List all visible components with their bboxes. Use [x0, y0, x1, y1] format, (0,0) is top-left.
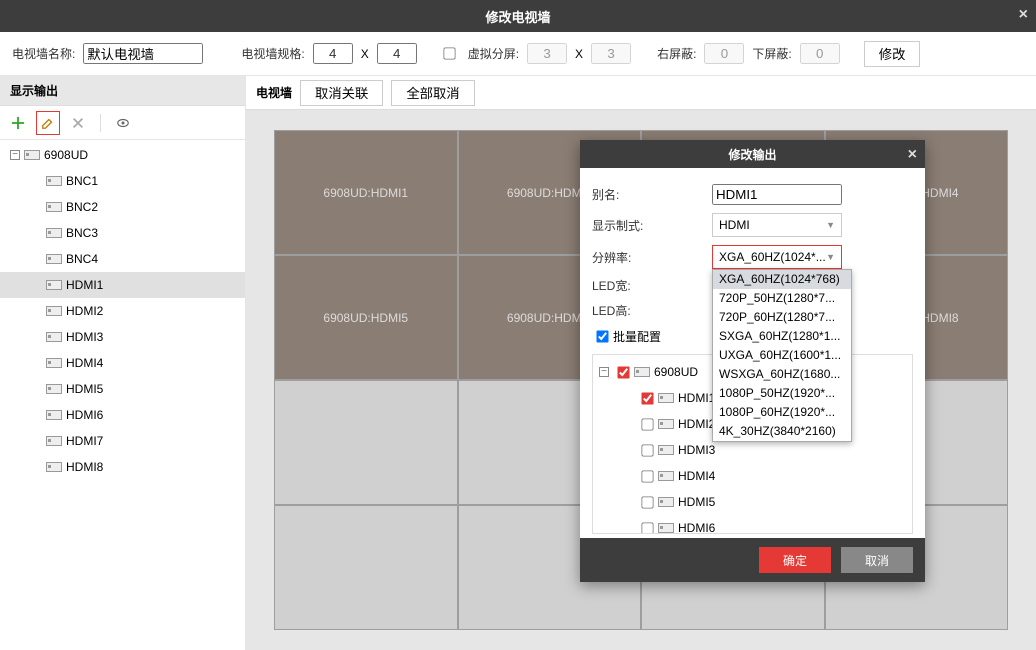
dropdown-option[interactable]: UXGA_60HZ(1600*1...: [713, 346, 851, 365]
format-select[interactable]: HDMI ▼: [712, 213, 842, 237]
window-title: 修改电视墙: [485, 7, 550, 26]
cancel-link-button[interactable]: 取消关联: [300, 80, 383, 106]
batch-output-node[interactable]: HDMI6: [593, 515, 912, 534]
dropdown-option[interactable]: 1080P_50HZ(1920*...: [713, 384, 851, 403]
ok-button[interactable]: 确定: [759, 547, 831, 573]
batch-output-checkbox[interactable]: [641, 522, 653, 534]
virt-cols-input[interactable]: [527, 43, 567, 64]
batch-output-checkbox[interactable]: [641, 470, 653, 482]
wall-name-input[interactable]: [83, 43, 203, 64]
tree-output-node[interactable]: HDMI1: [0, 272, 245, 298]
batch-output-checkbox[interactable]: [641, 496, 653, 508]
alias-input[interactable]: [712, 184, 842, 205]
tree-output-node[interactable]: HDMI2: [0, 298, 245, 324]
right-mask-label: 右屏蔽:: [657, 45, 696, 62]
batch-output-checkbox[interactable]: [641, 444, 653, 456]
dropdown-option[interactable]: WSXGA_60HZ(1680...: [713, 365, 851, 384]
dropdown-option[interactable]: 720P_50HZ(1280*7...: [713, 289, 851, 308]
right-mask-input[interactable]: [704, 43, 744, 64]
name-label: 电视墙名称:: [12, 45, 75, 62]
batch-config-label: 批量配置: [613, 328, 661, 345]
wall-cell[interactable]: [274, 505, 458, 630]
down-mask-label: 下屏蔽:: [752, 45, 791, 62]
format-value: HDMI: [719, 218, 750, 232]
virtual-split-checkbox[interactable]: [443, 47, 455, 59]
batch-device-checkbox[interactable]: [617, 366, 629, 378]
dropdown-option[interactable]: SXGA_60HZ(1280*1...: [713, 327, 851, 346]
resolution-dropdown[interactable]: XGA_60HZ(1024*768)720P_50HZ(1280*7...720…: [712, 269, 852, 442]
modify-button[interactable]: 修改: [864, 41, 921, 67]
tree-output-node[interactable]: BNC1: [0, 168, 245, 194]
tree-output-node[interactable]: HDMI5: [0, 376, 245, 402]
resolution-select[interactable]: XGA_60HZ(1024*... ▼: [712, 245, 842, 269]
wall-cell[interactable]: [274, 380, 458, 505]
led-height-label: LED高:: [592, 302, 712, 319]
delete-button[interactable]: [66, 111, 90, 135]
close-icon[interactable]: ×: [1019, 6, 1028, 24]
add-button[interactable]: [6, 111, 30, 135]
tree-output-node[interactable]: BNC3: [0, 220, 245, 246]
spec-cols-input[interactable]: [313, 43, 353, 64]
tv-wall-label: 电视墙: [256, 84, 292, 101]
tree-output-node[interactable]: HDMI3: [0, 324, 245, 350]
virtual-split-label: 虚拟分屏:: [468, 45, 519, 62]
separator: [100, 114, 101, 132]
tree-output-node[interactable]: HDMI7: [0, 428, 245, 454]
chevron-down-icon: ▼: [826, 220, 835, 230]
spec-label: 电视墙规格:: [241, 45, 304, 62]
batch-output-checkbox[interactable]: [641, 418, 653, 430]
edit-button[interactable]: [36, 111, 60, 135]
times-label: X: [361, 47, 369, 61]
format-label: 显示制式:: [592, 217, 712, 234]
alias-label: 别名:: [592, 186, 712, 203]
virt-rows-input[interactable]: [591, 43, 631, 64]
spec-rows-input[interactable]: [377, 43, 417, 64]
cancel-all-button[interactable]: 全部取消: [391, 80, 474, 106]
times-label-2: X: [575, 47, 583, 61]
tree-output-node[interactable]: HDMI8: [0, 454, 245, 480]
resolution-value: XGA_60HZ(1024*...: [719, 250, 826, 264]
batch-config-checkbox[interactable]: [596, 330, 608, 342]
preview-button[interactable]: [111, 111, 135, 135]
tree-output-node[interactable]: HDMI4: [0, 350, 245, 376]
batch-output-checkbox[interactable]: [641, 392, 653, 404]
resolution-label: 分辨率:: [592, 249, 712, 266]
wall-cell[interactable]: 6908UD:HDMI1: [274, 130, 458, 255]
left-panel-title: 显示输出: [0, 76, 245, 106]
wall-cell[interactable]: 6908UD:HDMI5: [274, 255, 458, 380]
batch-output-node[interactable]: HDMI5: [593, 489, 912, 515]
chevron-down-icon: ▼: [826, 252, 835, 262]
window-titlebar: 修改电视墙 ×: [0, 0, 1036, 32]
tree-output-node[interactable]: HDMI6: [0, 402, 245, 428]
modify-output-dialog: 修改输出 × 别名: 显示制式: HDMI ▼ 分辨率:: [580, 140, 925, 582]
dialog-title: 修改输出: [728, 146, 776, 163]
led-width-label: LED宽:: [592, 277, 712, 294]
dialog-close-icon[interactable]: ×: [908, 146, 917, 164]
tree-output-node[interactable]: BNC4: [0, 246, 245, 272]
down-mask-input[interactable]: [800, 43, 840, 64]
form-row: 电视墙名称: 电视墙规格: X 虚拟分屏: X 右屏蔽: 下屏蔽: 修改: [0, 32, 1036, 76]
dropdown-option[interactable]: 1080P_60HZ(1920*...: [713, 403, 851, 422]
tree-device-node[interactable]: −6908UD: [0, 142, 245, 168]
batch-output-node[interactable]: HDMI4: [593, 463, 912, 489]
dropdown-option[interactable]: 4K_30HZ(3840*2160): [713, 422, 851, 441]
tree-output-node[interactable]: BNC2: [0, 194, 245, 220]
dropdown-option[interactable]: 720P_60HZ(1280*7...: [713, 308, 851, 327]
cancel-button[interactable]: 取消: [841, 547, 913, 573]
dropdown-option[interactable]: XGA_60HZ(1024*768): [713, 270, 851, 289]
